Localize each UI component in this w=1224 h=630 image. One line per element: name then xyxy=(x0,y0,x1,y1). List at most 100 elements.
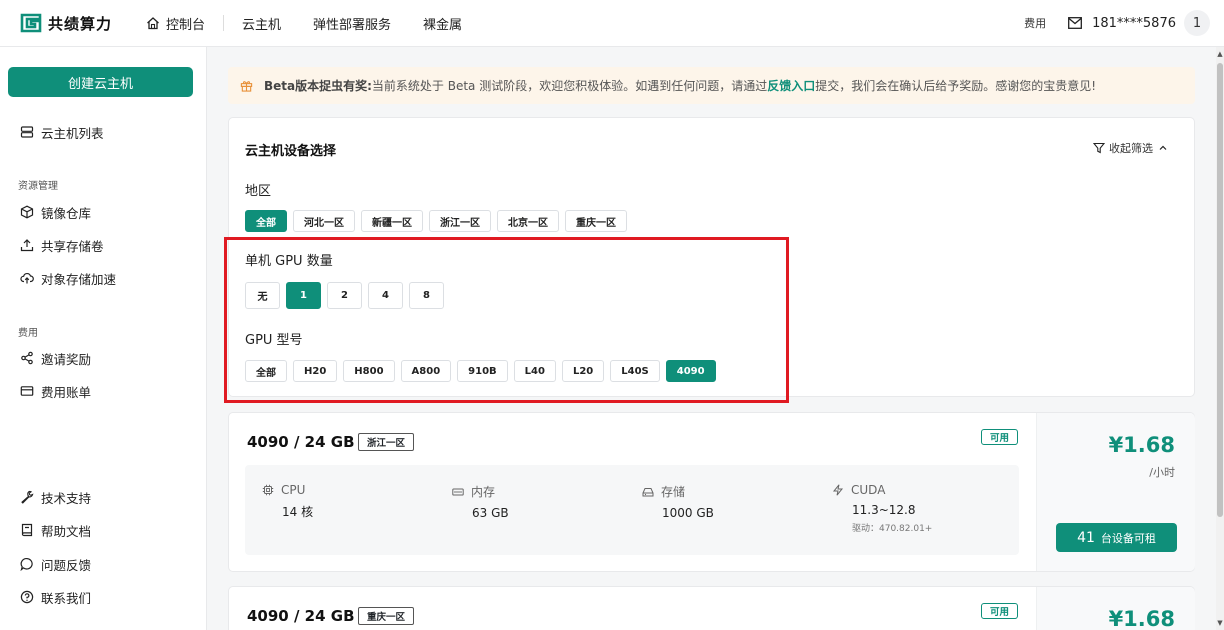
sidebar-item-label: 联系我们 xyxy=(41,590,92,606)
region-chip-zhejiang[interactable]: 浙江一区 xyxy=(429,210,491,232)
spec-label: CPU xyxy=(281,483,306,497)
user-phone[interactable]: 181****5876 xyxy=(1092,16,1176,31)
region-chip-xinjiang[interactable]: 新疆一区 xyxy=(361,210,423,232)
region-tag: 浙江一区 xyxy=(358,433,415,451)
book-icon xyxy=(21,523,33,537)
avatar[interactable]: 1 xyxy=(1184,10,1210,36)
brand-logo-icon xyxy=(20,13,42,33)
region-chip-chongqing[interactable]: 重庆一区 xyxy=(565,210,627,232)
sidebar-item-image-repo[interactable]: 镜像仓库 xyxy=(20,202,91,222)
region-chip-all[interactable]: 全部 xyxy=(245,210,287,232)
region-chip-hebei[interactable]: 河北一区 xyxy=(293,210,355,232)
chat-icon xyxy=(20,558,33,571)
sidebar-item-label: 费用账单 xyxy=(41,384,92,400)
sidebar-item-shared-storage[interactable]: 共享存储卷 xyxy=(20,235,104,255)
nav-elastic-deploy-label: 弹性部署服务 xyxy=(313,17,392,33)
sidebar-item-invite[interactable]: 邀请奖励 xyxy=(20,348,91,368)
sidebar-item-label: 技术支持 xyxy=(41,490,92,506)
banner-text-1: 当前系统处于 Beta 测试阶段，欢迎您积极体验。如遇到任何问题，请通过 xyxy=(371,79,768,93)
sidebar-item-label: 问题反馈 xyxy=(41,557,92,573)
share-icon xyxy=(21,351,33,365)
sidebar-item-contact[interactable]: 联系我们 xyxy=(20,587,91,607)
sidebar-group-resource: 资源管理 xyxy=(18,181,58,192)
sidebar-item-object-storage[interactable]: 对象存储加速 xyxy=(20,268,116,288)
top-header: 共绩算力 控制台 云主机 弹性部署服务 裸金属 费用 181****5876 1 xyxy=(0,0,1224,47)
brand[interactable]: 共绩算力 xyxy=(20,13,130,34)
cloud-upload-icon xyxy=(20,272,34,284)
price-value: ¥1.68 xyxy=(1108,433,1175,457)
price-panel: ¥1.68 /小时 41 台设备可租 xyxy=(1036,413,1195,571)
sidebar-item-label: 帮助文档 xyxy=(41,523,92,539)
wrench-icon xyxy=(21,490,34,504)
spec-label: 存储 xyxy=(661,485,686,499)
region-chip-beijing[interactable]: 北京一区 xyxy=(497,210,559,232)
price-unit: /小时 xyxy=(1149,466,1175,479)
main-nav: 控制台 云主机 弹性部署服务 裸金属 xyxy=(130,0,478,47)
rent-button[interactable]: 41 台设备可租 xyxy=(1056,523,1177,552)
spec-cpu: CPU 14 核 xyxy=(262,483,313,520)
nav-cloud-host[interactable]: 云主机 xyxy=(226,0,297,47)
credit-card-icon xyxy=(20,386,34,396)
price-value: ¥1.68 xyxy=(1108,607,1175,630)
beta-banner: Beta版本捉虫有奖: 当前系统处于 Beta 测试阶段，欢迎您积极体验。如遇到… xyxy=(228,67,1195,104)
highlight-box xyxy=(224,237,789,403)
filter-title: 云主机设备选择 xyxy=(245,144,337,159)
region-tag: 重庆一区 xyxy=(358,607,415,625)
sidebar-item-docs[interactable]: 帮助文档 xyxy=(20,520,91,540)
instance-card[interactable]: 4090 / 24 GB 浙江一区 可用 CPU 14 核 内存 63 GB 存… xyxy=(228,412,1195,572)
filter-icon xyxy=(1093,142,1105,154)
sidebar-item-label: 镜像仓库 xyxy=(41,205,92,221)
nav-cloud-host-label: 云主机 xyxy=(242,17,282,33)
status-badge: 可用 xyxy=(981,429,1019,445)
gift-icon xyxy=(240,81,253,92)
home-icon xyxy=(147,17,159,30)
instance-title: 4090 / 24 GB xyxy=(247,433,355,451)
sidebar-item-label: 云主机列表 xyxy=(41,125,104,141)
sidebar-group-fee: 费用 xyxy=(18,328,38,339)
feedback-link[interactable]: 反馈入口 xyxy=(767,77,815,94)
price-panel: ¥1.68 xyxy=(1036,587,1195,630)
collapse-filter-button[interactable]: 收起筛选 xyxy=(1093,140,1168,156)
spec-panel: CPU 14 核 内存 63 GB 存储 1000 GB CUDA 11.3~1… xyxy=(245,465,1019,555)
sidebar-item-bill[interactable]: 费用账单 xyxy=(20,381,91,401)
collapse-filter-label: 收起筛选 xyxy=(1109,142,1153,155)
brand-name: 共绩算力 xyxy=(48,14,113,33)
nav-console-label: 控制台 xyxy=(166,17,206,33)
spec-value: 14 核 xyxy=(282,505,314,519)
sidebar-item-vm-list[interactable]: 云主机列表 xyxy=(20,122,104,142)
create-vm-button[interactable]: 创建云主机 xyxy=(8,67,193,97)
scroll-down-icon[interactable]: ▼ xyxy=(1216,618,1224,628)
sidebar-item-label: 共享存储卷 xyxy=(41,238,104,254)
region-label: 地区 xyxy=(245,184,272,199)
page-scrollbar[interactable]: ▲ ▼ xyxy=(1216,47,1224,630)
available-count: 41 xyxy=(1077,529,1095,546)
scroll-thumb[interactable] xyxy=(1217,63,1223,517)
sidebar-item-support[interactable]: 技术支持 xyxy=(20,487,91,507)
mail-icon[interactable] xyxy=(1068,17,1083,29)
server-icon xyxy=(20,126,34,138)
scroll-up-icon[interactable]: ▲ xyxy=(1216,49,1224,59)
upload-icon xyxy=(20,239,34,252)
instance-card[interactable]: 4090 / 24 GB 重庆一区 可用 ¥1.68 xyxy=(228,586,1195,630)
nav-bare-metal[interactable]: 裸金属 xyxy=(407,0,478,47)
spec-value: 1000 GB xyxy=(662,506,714,520)
sidebar-item-label: 邀请奖励 xyxy=(41,351,92,367)
nav-console[interactable]: 控制台 xyxy=(130,0,221,47)
sidebar-item-label: 对象存储加速 xyxy=(41,271,117,287)
spec-storage: 存储 1000 GB xyxy=(642,483,714,520)
status-badge: 可用 xyxy=(981,603,1019,619)
chevron-up-icon xyxy=(1159,145,1167,150)
sidebar: 创建云主机 云主机列表 资源管理 镜像仓库 共享存储卷 对象存储加速 费用 邀请… xyxy=(0,47,207,630)
nav-divider xyxy=(223,15,225,31)
rent-button-label: 台设备可租 xyxy=(1100,531,1156,545)
banner-title: Beta版本捉虫有奖: xyxy=(264,79,372,93)
banner-text-2: 提交，我们会在确认后给予奖励。感谢您的宝贵意见! xyxy=(815,79,1097,93)
package-icon xyxy=(20,205,34,219)
spec-label: CUDA xyxy=(851,483,886,497)
sidebar-item-feedback[interactable]: 问题反馈 xyxy=(20,554,91,574)
fee-link[interactable]: 费用 xyxy=(1024,15,1046,31)
lightning-icon xyxy=(832,484,844,496)
nav-elastic-deploy[interactable]: 弹性部署服务 xyxy=(297,0,407,47)
hard-drive-icon xyxy=(642,487,654,496)
spec-label: 内存 xyxy=(471,485,496,499)
